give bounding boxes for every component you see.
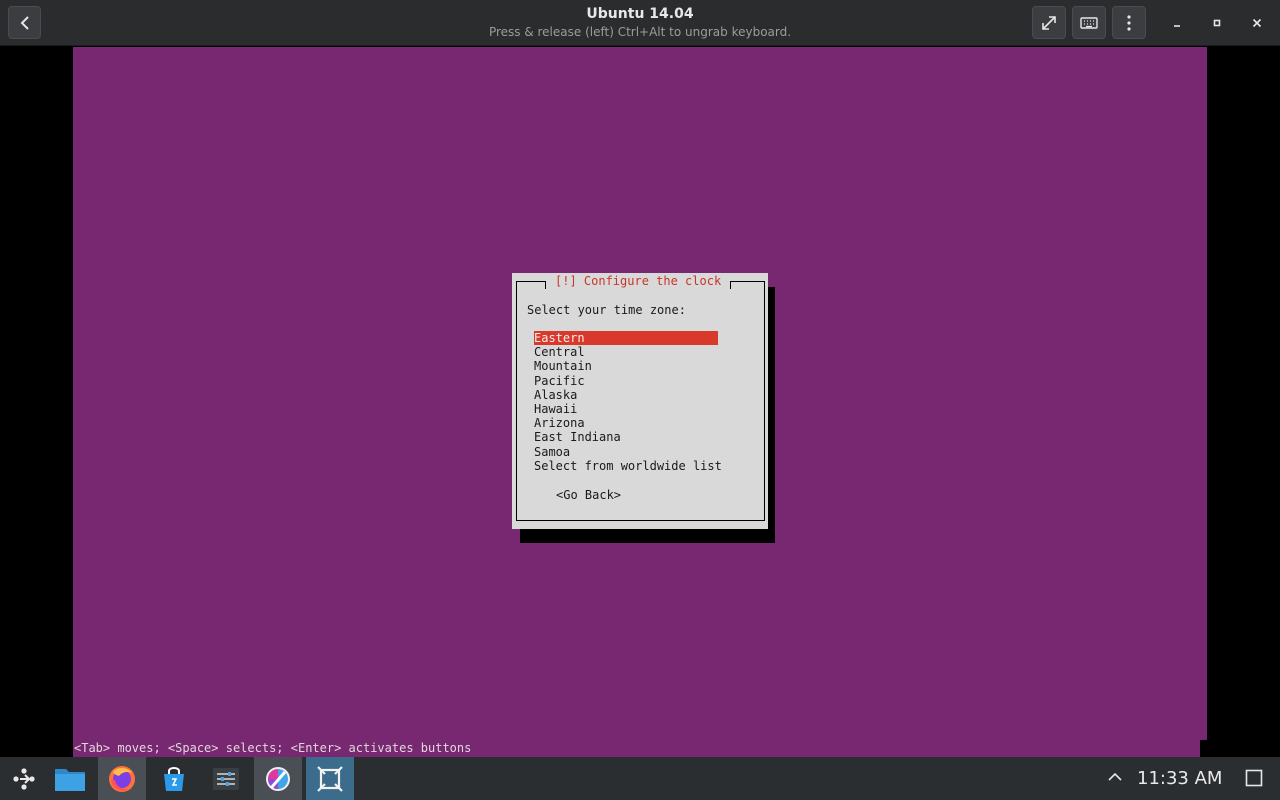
status-line: <Tab> moves; <Space> selects; <Enter> ac… [74, 741, 472, 755]
fullscreen-button[interactable] [1032, 6, 1066, 39]
chevron-up-icon [1108, 772, 1122, 781]
app-launcher-button[interactable] [0, 757, 48, 800]
expand-icon [1042, 15, 1056, 30]
timezone-option-worldwide[interactable]: Select from worldwide list [534, 459, 722, 473]
firefox-icon [109, 765, 135, 792]
taskbar-clock[interactable]: 11:33 AM [1137, 768, 1222, 789]
minimize-icon [1174, 25, 1180, 27]
maximize-button[interactable] [1206, 12, 1228, 34]
timezone-option-mountain[interactable]: Mountain [534, 359, 718, 373]
virtual-machine-icon [317, 765, 343, 792]
file-manager-button[interactable] [46, 757, 94, 800]
taskbar [0, 757, 1280, 800]
timezone-option-east-indiana[interactable]: East Indiana [534, 430, 718, 444]
desktop-icon [1245, 769, 1263, 787]
software-store-button[interactable] [150, 757, 198, 800]
timezone-option-samoa[interactable]: Samoa [534, 445, 718, 459]
settings-sliders-icon [213, 767, 239, 790]
vertical-dots-icon [1127, 14, 1131, 31]
app-launcher-icon [13, 767, 35, 790]
timezone-option-pacific[interactable]: Pacific [534, 374, 718, 388]
virtual-machine-button[interactable] [306, 757, 354, 800]
timezone-option-hawaii[interactable]: Hawaii [534, 402, 718, 416]
system-settings-button[interactable] [202, 757, 250, 800]
timezone-list[interactable]: Eastern Central Mountain Pacific Alaska … [534, 331, 722, 473]
keyboard-button[interactable] [1072, 6, 1106, 39]
shopping-bag-icon [164, 766, 184, 791]
menu-button[interactable] [1112, 6, 1146, 39]
show-desktop-button[interactable] [1245, 769, 1263, 787]
krita-button[interactable] [254, 757, 302, 800]
dialog-prompt: Select your time zone: [527, 303, 686, 317]
dialog-title: [!] Configure the clock [545, 274, 732, 289]
timezone-option-arizona[interactable]: Arizona [534, 416, 718, 430]
firefox-button[interactable] [98, 757, 146, 800]
close-icon [1252, 18, 1262, 28]
window-titlebar: Ubuntu 14.04 Press & release (left) Ctrl… [0, 0, 1280, 46]
system-tray-expand-button[interactable] [1107, 769, 1123, 785]
timezone-option-eastern[interactable]: Eastern [534, 331, 718, 346]
folder-icon [55, 768, 85, 791]
maximize-icon [1213, 19, 1221, 27]
go-back-button[interactable]: <Go Back> [556, 488, 621, 502]
minimize-button[interactable] [1166, 12, 1188, 34]
timezone-option-central[interactable]: Central [534, 345, 718, 359]
close-button[interactable] [1246, 12, 1268, 34]
krita-icon [266, 766, 290, 791]
keyboard-icon [1080, 16, 1098, 29]
timezone-option-alaska[interactable]: Alaska [534, 388, 718, 402]
